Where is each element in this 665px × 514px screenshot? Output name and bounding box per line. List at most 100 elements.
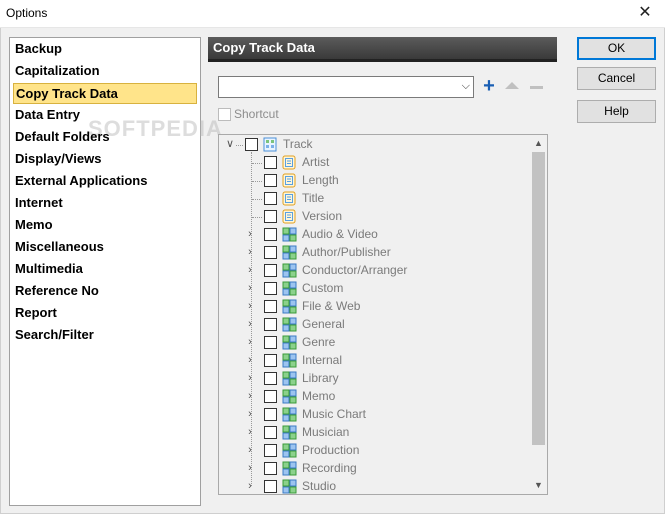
field-icon <box>282 209 296 224</box>
tree-checkbox[interactable] <box>264 336 277 349</box>
scroll-down-icon[interactable]: ▼ <box>530 477 547 494</box>
close-icon[interactable]: ✕ <box>625 0 665 28</box>
chevron-right-icon[interactable]: › <box>245 480 255 492</box>
remove-minus-icon[interactable] <box>530 86 543 89</box>
category-item[interactable]: Miscellaneous <box>13 237 108 258</box>
tree-checkbox[interactable] <box>264 426 277 439</box>
chevron-right-icon[interactable]: › <box>245 426 255 438</box>
category-item[interactable]: Capitalization <box>13 61 104 82</box>
tree-checkbox[interactable] <box>264 156 277 169</box>
category-item[interactable]: Reference No <box>13 281 103 302</box>
tree-checkbox[interactable] <box>264 480 277 493</box>
tree-checkbox[interactable] <box>245 138 258 151</box>
category-list[interactable]: SOFTPEDIA Backup Capitalization Copy Track… <box>9 37 222 506</box>
chevron-right-icon[interactable]: › <box>245 264 255 276</box>
chevron-right-icon[interactable]: › <box>245 390 255 402</box>
tree-row[interactable]: › Music Chart <box>219 406 530 424</box>
preset-combo[interactable]: ⌵ <box>218 76 474 98</box>
chevron-right-icon[interactable]: › <box>245 282 255 294</box>
tree-scrollbar[interactable]: ▲ ▼ <box>530 135 547 494</box>
tree-label: Conductor/Arranger <box>302 263 408 277</box>
field-group-icon <box>282 371 297 386</box>
tree-checkbox[interactable] <box>264 462 277 475</box>
chevron-right-icon[interactable]: › <box>245 354 255 366</box>
tree-row[interactable]: › Internal <box>219 352 530 370</box>
tree-row[interactable]: › File & Web <box>219 298 530 316</box>
chevron-right-icon[interactable]: › <box>245 318 255 330</box>
tree-row[interactable]: › Genre <box>219 334 530 352</box>
chevron-right-icon[interactable]: › <box>245 372 255 384</box>
tree-row[interactable]: Artist <box>219 154 530 172</box>
tree-row[interactable]: › General <box>219 316 530 334</box>
tree-checkbox[interactable] <box>264 210 277 223</box>
category-item[interactable]: Backup <box>13 39 66 60</box>
tree-row[interactable]: › Production <box>219 442 530 460</box>
chevron-right-icon[interactable]: › <box>245 444 255 456</box>
tree-label: Audio & Video <box>302 227 378 241</box>
cancel-button[interactable]: Cancel <box>577 67 656 90</box>
tree-label: Title <box>302 191 325 205</box>
tree-checkbox[interactable] <box>264 174 277 187</box>
category-item[interactable]: Internet <box>13 193 67 214</box>
tree-row[interactable]: Version <box>219 208 530 226</box>
tree-row[interactable]: › Studio <box>219 478 530 494</box>
tree-row[interactable]: › Memo <box>219 388 530 406</box>
shortcut-checkbox[interactable] <box>218 108 231 121</box>
category-item[interactable]: Report <box>13 303 61 324</box>
help-button[interactable]: Help <box>577 100 656 123</box>
tree-row[interactable]: › Audio & Video <box>219 226 530 244</box>
category-item[interactable]: Search/Filter <box>13 325 98 346</box>
tree-checkbox[interactable] <box>264 408 277 421</box>
tree-checkbox[interactable] <box>264 354 277 367</box>
tree-label: Track <box>283 137 313 151</box>
tree-row[interactable]: › Custom <box>219 280 530 298</box>
tree-checkbox[interactable] <box>264 390 277 403</box>
chevron-right-icon[interactable]: › <box>245 408 255 420</box>
tree-checkbox[interactable] <box>264 372 277 385</box>
move-up-icon[interactable] <box>505 82 519 89</box>
chevron-down-icon[interactable]: ∨ <box>225 138 235 150</box>
tree-label: File & Web <box>302 299 361 313</box>
tree-row[interactable]: › Musician <box>219 424 530 442</box>
tree-row[interactable]: › Recording <box>219 460 530 478</box>
chevron-down-icon[interactable]: ⌵ <box>462 80 470 93</box>
tree-guide-line <box>252 163 262 164</box>
tree-checkbox[interactable] <box>264 192 277 205</box>
tree-row[interactable]: › Library <box>219 370 530 388</box>
tree-checkbox[interactable] <box>264 228 277 241</box>
tree-guide-line <box>252 199 262 200</box>
chevron-right-icon[interactable]: › <box>245 246 255 258</box>
category-item[interactable]: Multimedia <box>13 259 87 280</box>
add-plus-icon[interactable]: + <box>481 76 497 96</box>
category-item[interactable]: Display/Views <box>13 149 105 170</box>
tree-guide-line <box>252 217 262 218</box>
chevron-right-icon[interactable]: › <box>245 228 255 240</box>
chevron-right-icon[interactable]: › <box>245 300 255 312</box>
tree-row[interactable]: › Author/Publisher <box>219 244 530 262</box>
tree-row-track[interactable]: ∨ Track <box>219 136 530 154</box>
scroll-up-icon[interactable]: ▲ <box>530 135 547 152</box>
field-group-icon <box>282 443 297 458</box>
chevron-right-icon[interactable]: › <box>245 336 255 348</box>
ok-button[interactable]: OK <box>577 37 656 60</box>
category-item[interactable]: Default Folders <box>13 127 114 148</box>
category-item[interactable]: External Applications <box>13 171 151 192</box>
tree-guide-line <box>252 181 262 182</box>
category-item[interactable]: Memo <box>13 215 57 236</box>
chevron-right-icon[interactable]: › <box>245 462 255 474</box>
category-item[interactable]: Copy Track Data <box>13 83 197 104</box>
tree-label: Production <box>302 443 360 457</box>
category-item[interactable]: Data Entry <box>13 105 84 126</box>
tree-row[interactable]: › Conductor/Arranger <box>219 262 530 280</box>
panel-title: Copy Track Data <box>208 37 557 62</box>
tree-checkbox[interactable] <box>264 282 277 295</box>
tree-row[interactable]: Title <box>219 190 530 208</box>
tree-row[interactable]: Length <box>219 172 530 190</box>
scroll-thumb[interactable] <box>532 152 545 445</box>
tree-checkbox[interactable] <box>264 264 277 277</box>
tree-checkbox[interactable] <box>264 318 277 331</box>
tree-checkbox[interactable] <box>264 444 277 457</box>
field-tree[interactable]: ▲ ▼ ∨ Track Artist Length Title Version › Audio… <box>218 134 548 495</box>
tree-checkbox[interactable] <box>264 300 277 313</box>
tree-checkbox[interactable] <box>264 246 277 259</box>
